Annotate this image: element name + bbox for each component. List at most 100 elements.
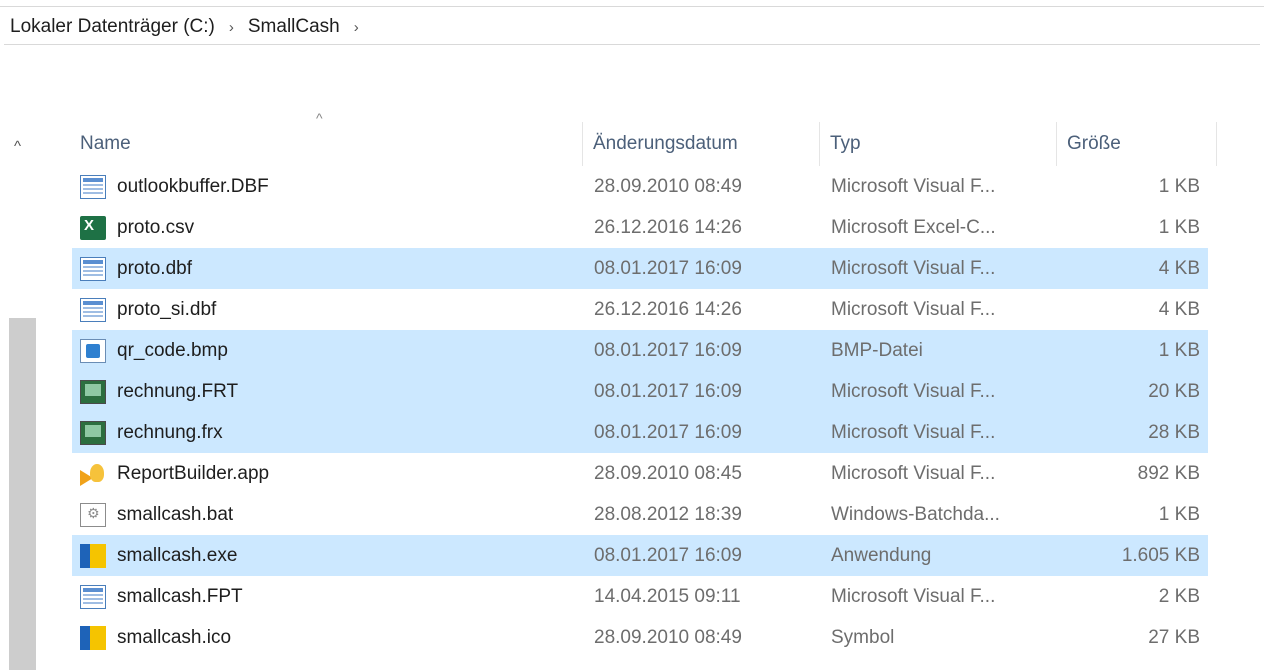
file-size: 1 KB: [1158, 503, 1200, 525]
file-type: Microsoft Visual F...: [831, 298, 996, 320]
file-row[interactable]: rechnung.frx 08.01.2017 16:09 Microsoft Vi…: [72, 412, 1208, 453]
file-type: Microsoft Visual F...: [831, 380, 996, 402]
column-header-date[interactable]: Änderungsdatum: [582, 122, 819, 166]
file-date: 26.12.2016 14:26: [594, 216, 742, 238]
file-date: 28.09.2010 08:49: [594, 626, 742, 648]
report-form-icon: [80, 420, 106, 445]
excel-csv-icon: [80, 215, 106, 240]
file-name-cell[interactable]: rechnung.frx: [80, 420, 223, 445]
file-type: Windows-Batchda...: [831, 503, 1000, 525]
file-name: smallcash.exe: [117, 544, 238, 566]
file-row[interactable]: rechnung.FRT 08.01.2017 16:09 Microsoft Vi…: [72, 371, 1208, 412]
file-name: rechnung.FRT: [117, 380, 239, 402]
file-type: Symbol: [831, 626, 895, 648]
breadcrumb-item-folder[interactable]: SmallCash: [242, 16, 346, 38]
file-name-cell[interactable]: smallcash.bat: [80, 502, 234, 527]
file-type: Microsoft Visual F...: [831, 462, 996, 484]
bitmap-image-icon: [80, 338, 106, 363]
file-name: proto_si.dbf: [117, 298, 217, 320]
file-date: 08.01.2017 16:09: [594, 544, 742, 566]
file-row[interactable]: smallcash.FPT 14.04.2015 09:11 Microsoft V…: [72, 576, 1208, 617]
file-size: 1 KB: [1158, 339, 1200, 361]
file-row[interactable]: outlookbuffer.DBF 28.09.2010 08:49 Microso…: [72, 166, 1208, 207]
file-size: 1 KB: [1158, 175, 1200, 197]
nav-scrollbar-thumb[interactable]: [9, 318, 36, 670]
application-exe-icon: [80, 625, 106, 650]
file-name: qr_code.bmp: [117, 339, 228, 361]
file-type: Microsoft Excel-C...: [831, 216, 996, 238]
file-row[interactable]: ReportBuilder.app 28.09.2010 08:45 Microso…: [72, 453, 1208, 494]
file-name: proto.csv: [117, 216, 195, 238]
file-row[interactable]: smallcash.bat 28.08.2012 18:39 Windows-Bat…: [72, 494, 1208, 535]
file-size: 4 KB: [1158, 257, 1200, 279]
column-header-size[interactable]: Größe: [1056, 122, 1216, 166]
file-name-cell[interactable]: proto.dbf: [80, 256, 192, 281]
file-row[interactable]: proto_si.dbf 26.12.2016 14:26 Microsoft Vi…: [72, 289, 1208, 330]
column-header-name[interactable]: ^ Name: [72, 110, 582, 166]
file-date: 28.09.2010 08:45: [594, 462, 742, 484]
file-name-cell[interactable]: proto.csv: [80, 215, 195, 240]
report-form-icon: [80, 379, 106, 404]
file-size: 1.605 KB: [1121, 544, 1200, 566]
file-date: 26.12.2016 14:26: [594, 298, 742, 320]
file-type: Microsoft Visual F...: [831, 257, 996, 279]
file-type: Microsoft Visual F...: [831, 421, 996, 443]
file-size: 4 KB: [1158, 298, 1200, 320]
file-name: proto.dbf: [117, 257, 192, 279]
dbf-table-icon: [80, 174, 106, 199]
file-list: ^ Name Änderungsdatum Typ Größe outlookb…: [72, 110, 1264, 658]
file-name-cell[interactable]: qr_code.bmp: [80, 338, 228, 363]
file-row[interactable]: smallcash.ico 28.09.2010 08:49 Symbol 27 KB: [72, 617, 1208, 658]
file-size: 20 KB: [1148, 380, 1200, 402]
file-name-cell[interactable]: ReportBuilder.app: [80, 462, 269, 486]
file-type: Anwendung: [831, 544, 932, 566]
file-size: 28 KB: [1148, 421, 1200, 443]
file-row[interactable]: proto.csv 26.12.2016 14:26 Microsoft Excel…: [72, 207, 1208, 248]
column-header-size-label: Größe: [1067, 133, 1121, 154]
dbf-table-icon: [80, 297, 106, 322]
file-name: smallcash.ico: [117, 626, 232, 648]
file-name-cell[interactable]: smallcash.exe: [80, 543, 238, 568]
column-header-type[interactable]: Typ: [819, 122, 1056, 166]
file-type: BMP-Datei: [831, 339, 923, 361]
column-header-name-label: Name: [80, 133, 131, 154]
file-size: 892 KB: [1137, 462, 1200, 484]
file-date: 28.09.2010 08:49: [594, 175, 742, 197]
column-header-date-label: Änderungsdatum: [593, 133, 738, 154]
file-date: 08.01.2017 16:09: [594, 339, 742, 361]
file-name: ReportBuilder.app: [117, 462, 270, 484]
column-header-type-label: Typ: [830, 133, 861, 154]
file-size: 27 KB: [1148, 626, 1200, 648]
breadcrumb-chevron-icon[interactable]: ›: [346, 19, 367, 36]
file-type: Microsoft Visual F...: [831, 585, 996, 607]
file-name: rechnung.frx: [117, 421, 223, 443]
dbf-table-icon: [80, 256, 106, 281]
file-name-cell[interactable]: smallcash.FPT: [80, 584, 243, 609]
file-rows: outlookbuffer.DBF 28.09.2010 08:49 Microso…: [72, 166, 1264, 658]
file-name-cell[interactable]: smallcash.ico: [80, 625, 232, 650]
file-date: 08.01.2017 16:09: [594, 257, 742, 279]
file-date: 28.08.2012 18:39: [594, 503, 742, 525]
batch-file-icon: [80, 502, 106, 527]
top-divider: [0, 6, 1264, 7]
file-name: smallcash.bat: [117, 503, 234, 525]
file-type: Microsoft Visual F...: [831, 175, 996, 197]
file-row[interactable]: smallcash.exe 08.01.2017 16:09 Anwendung 1.…: [72, 535, 1208, 576]
breadcrumb-chevron-icon[interactable]: ›: [221, 19, 242, 36]
column-header-filler: [1216, 122, 1264, 166]
nav-scroll-up-icon[interactable]: ^: [14, 138, 21, 155]
file-name-cell[interactable]: proto_si.dbf: [80, 297, 217, 322]
breadcrumb-item-drive[interactable]: Lokaler Datenträger (C:): [4, 16, 221, 38]
file-name-cell[interactable]: outlookbuffer.DBF: [80, 174, 269, 199]
file-date: 14.04.2015 09:11: [594, 585, 741, 607]
breadcrumb[interactable]: Lokaler Datenträger (C:) › SmallCash ›: [4, 10, 1260, 45]
file-row[interactable]: qr_code.bmp 08.01.2017 16:09 BMP-Datei 1 KB: [72, 330, 1208, 371]
file-row[interactable]: proto.dbf 08.01.2017 16:09 Microsoft Visua…: [72, 248, 1208, 289]
file-date: 08.01.2017 16:09: [594, 380, 742, 402]
file-date: 08.01.2017 16:09: [594, 421, 742, 443]
file-name-cell[interactable]: rechnung.FRT: [80, 379, 239, 404]
foxpro-app-icon: [80, 462, 106, 486]
file-name: outlookbuffer.DBF: [117, 175, 269, 197]
file-size: 2 KB: [1158, 585, 1200, 607]
column-header-row: ^ Name Änderungsdatum Typ Größe: [72, 110, 1264, 166]
